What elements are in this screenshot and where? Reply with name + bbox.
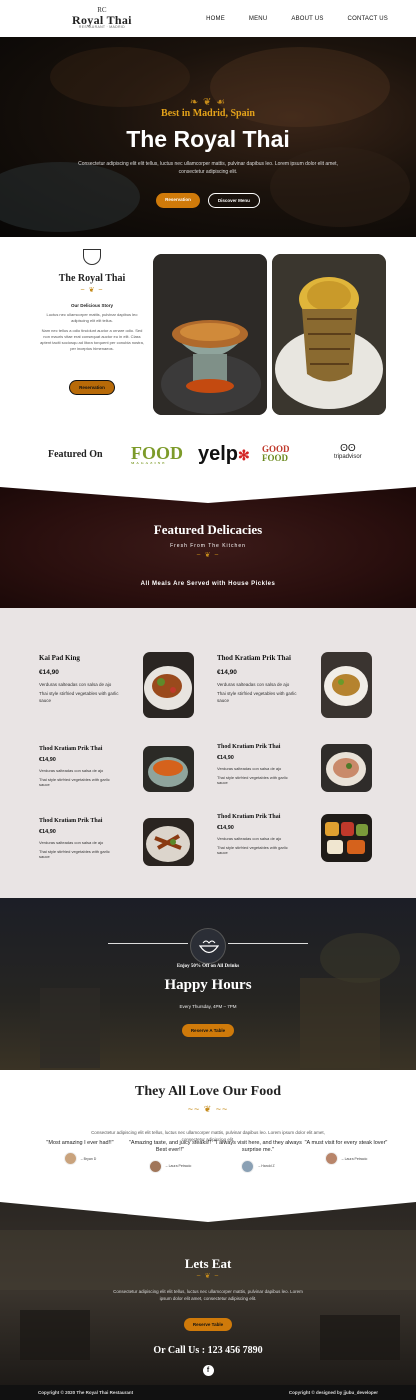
lets-eat-title: Lets Eat <box>184 1256 232 1271</box>
yelp-burst-icon: ✻ <box>238 447 250 463</box>
main-nav: HOME MENU ABOUT US CONTACT US <box>206 16 388 22</box>
featured-on-title: Featured On <box>48 449 103 460</box>
review-quote: "Most amazing I ever had!!" <box>46 1140 114 1146</box>
footer-credit[interactable]: Copyright © designed by jjubu_developer <box>289 1390 378 1395</box>
avatar <box>63 1152 77 1166</box>
review-card: "A must visit for every steak lover" – L… <box>300 1140 392 1166</box>
story-section: The Royal Thai ~ ❦ ~ Our Delicious Story… <box>0 237 416 427</box>
nav-contact-us[interactable]: CONTACT US <box>348 16 388 22</box>
review-quote: "I always visit here, and they always su… <box>214 1140 302 1154</box>
review-author: – Laura Petracio <box>165 1164 192 1169</box>
reservation-button[interactable]: Reservation <box>156 193 200 208</box>
pineapple-rice-image <box>272 254 386 415</box>
ornament-icon: ~ ❦ ~ <box>196 1273 220 1280</box>
menu-item-desc-en: Thai style stirfried vegetables with gar… <box>217 691 297 703</box>
logo[interactable]: RC Royal Thai RESTAURANT · MADRID <box>72 7 132 30</box>
dish-image <box>321 814 372 862</box>
delicacies-note: All Meals Are Served with House Pickles <box>140 581 276 587</box>
menu-item-desc-en: Thai style stirfried vegetables with gar… <box>39 776 110 788</box>
delicacies-title: Featured Delicacies <box>153 522 263 537</box>
ornament-icon: ~ ❦ ~ <box>196 552 220 559</box>
nav-about-us[interactable]: ABOUT US <box>291 16 323 22</box>
lets-eat-section: Lets Eat ~ ❦ ~ Consectetur adipiscing el… <box>0 1200 416 1385</box>
menu-items-section: Kai Pad King €14,90 Verduras salteadas c… <box>0 608 416 898</box>
dish-image <box>143 746 194 792</box>
avatar <box>241 1159 255 1173</box>
review-card: "Most amazing I ever had!!" – Bryan D <box>34 1140 126 1166</box>
hero-kicker: Best in Madrid, Spain <box>161 108 255 119</box>
dish-image <box>143 818 194 866</box>
yelp-logo[interactable]: yelp✻ <box>198 443 250 466</box>
lets-eat-lead: Consectetur adipiscing elit elit tellus,… <box>113 1289 303 1301</box>
review-card: "I always visit here, and they always su… <box>212 1140 304 1173</box>
testimonials-section: They All Love Our Food ~~ ❦ ~~ Consectet… <box>0 1070 416 1200</box>
menu-item-desc-en: Thai style stirfried vegetables with gar… <box>39 848 110 860</box>
dish-image <box>321 744 372 792</box>
food-bowl-icon <box>190 928 226 964</box>
avatar <box>148 1159 162 1173</box>
soup-image <box>153 254 267 415</box>
story-reservation-button[interactable]: Reservation <box>69 380 115 395</box>
happy-schedule: Every Thursday, 4PM – 7PM <box>179 1004 237 1009</box>
reserve-table-button[interactable]: Reserve A Table <box>181 1024 235 1037</box>
reserve-table-button[interactable]: Reserve Table <box>183 1317 233 1331</box>
delicacies-section: Featured Delicacies Fresh From The Kitch… <box>0 485 416 608</box>
delicacies-subtitle: Fresh From The Kitchen <box>170 543 246 549</box>
footer: Copyright © 2020 The Royal Thai Restaura… <box>0 1385 416 1400</box>
tripadvisor-logo[interactable]: ʘʘ tripadvisor <box>334 443 362 460</box>
menu-item-desc-en: Thai style stirfried vegetables with gar… <box>217 774 288 786</box>
section-divider <box>0 485 416 503</box>
dish-image <box>321 652 372 718</box>
call-us-text[interactable]: Or Call Us : 123 456 7890 <box>0 1345 416 1356</box>
site-header: RC Royal Thai RESTAURANT · MADRID HOME M… <box>0 0 416 37</box>
divider-line <box>108 943 188 944</box>
logo-tagline: RESTAURANT · MADRID <box>78 25 125 30</box>
story-paragraph-1: Luctus nec ullamcorper mattis, pulvinar … <box>46 312 138 323</box>
featured-on-section: Featured On FOOD MAGAZINE yelp✻ GOOD FOO… <box>0 427 416 485</box>
ornament-icon: ❧ ❦ ☙ <box>189 97 227 108</box>
review-quote: "Amazing taste, and juicy steaks!! Best … <box>128 1140 212 1154</box>
review-author: – Harold Z <box>258 1164 275 1169</box>
menu-item-desc-en: Thai style stirfried vegetables with gar… <box>217 844 288 856</box>
discover-menu-button[interactable]: Discover Menu <box>207 193 260 208</box>
review-author: – Laura Petracio <box>341 1156 368 1161</box>
facebook-icon[interactable]: f <box>202 1364 214 1376</box>
good-food-logo[interactable]: GOOD FOOD <box>262 444 290 464</box>
testimonials-title: They All Love Our Food <box>135 1084 281 1099</box>
hero-title: The Royal Thai <box>126 126 290 152</box>
story-subtitle: Our Delicious Story <box>70 303 113 308</box>
happy-title: Happy Hours <box>164 977 252 993</box>
ornament-icon: ~ ❦ ~ <box>80 287 104 294</box>
hero-lead: Consectetur adipiscing elit elit tellus,… <box>78 161 338 175</box>
happy-hours-section: Enjoy 50% Off on All Drinks Happy Hours … <box>0 898 416 1070</box>
hero-section: ❧ ❦ ☙ Best in Madrid, Spain The Royal Th… <box>0 37 416 237</box>
divider-line <box>228 943 308 944</box>
owl-icon: ʘʘ <box>340 443 356 454</box>
review-quote: "A must visit for every steak lover" <box>304 1140 388 1146</box>
menu-item-desc-en: Thai style stirfried vegetables with gar… <box>39 691 119 703</box>
bowl-icon <box>83 249 101 265</box>
nav-home[interactable]: HOME <box>206 16 225 22</box>
story-title: The Royal Thai <box>58 273 126 284</box>
review-card: "Amazing taste, and juicy steaks!! Best … <box>124 1140 216 1173</box>
ornament-icon: ~~ ❦ ~~ <box>187 1104 229 1114</box>
review-author: – Bryan D <box>80 1156 97 1161</box>
story-paragraph-2: Nam nec tellus a odio tincidunt auctor a… <box>40 328 144 351</box>
avatar <box>324 1152 338 1166</box>
happy-kicker: Enjoy 50% Off on All Drinks <box>176 964 240 969</box>
footer-copyright: Copyright © 2020 The Royal Thai Restaura… <box>38 1390 134 1395</box>
nav-menu[interactable]: MENU <box>249 16 267 22</box>
dish-image <box>143 652 194 718</box>
food-magazine-logo[interactable]: FOOD MAGAZINE <box>131 444 183 466</box>
